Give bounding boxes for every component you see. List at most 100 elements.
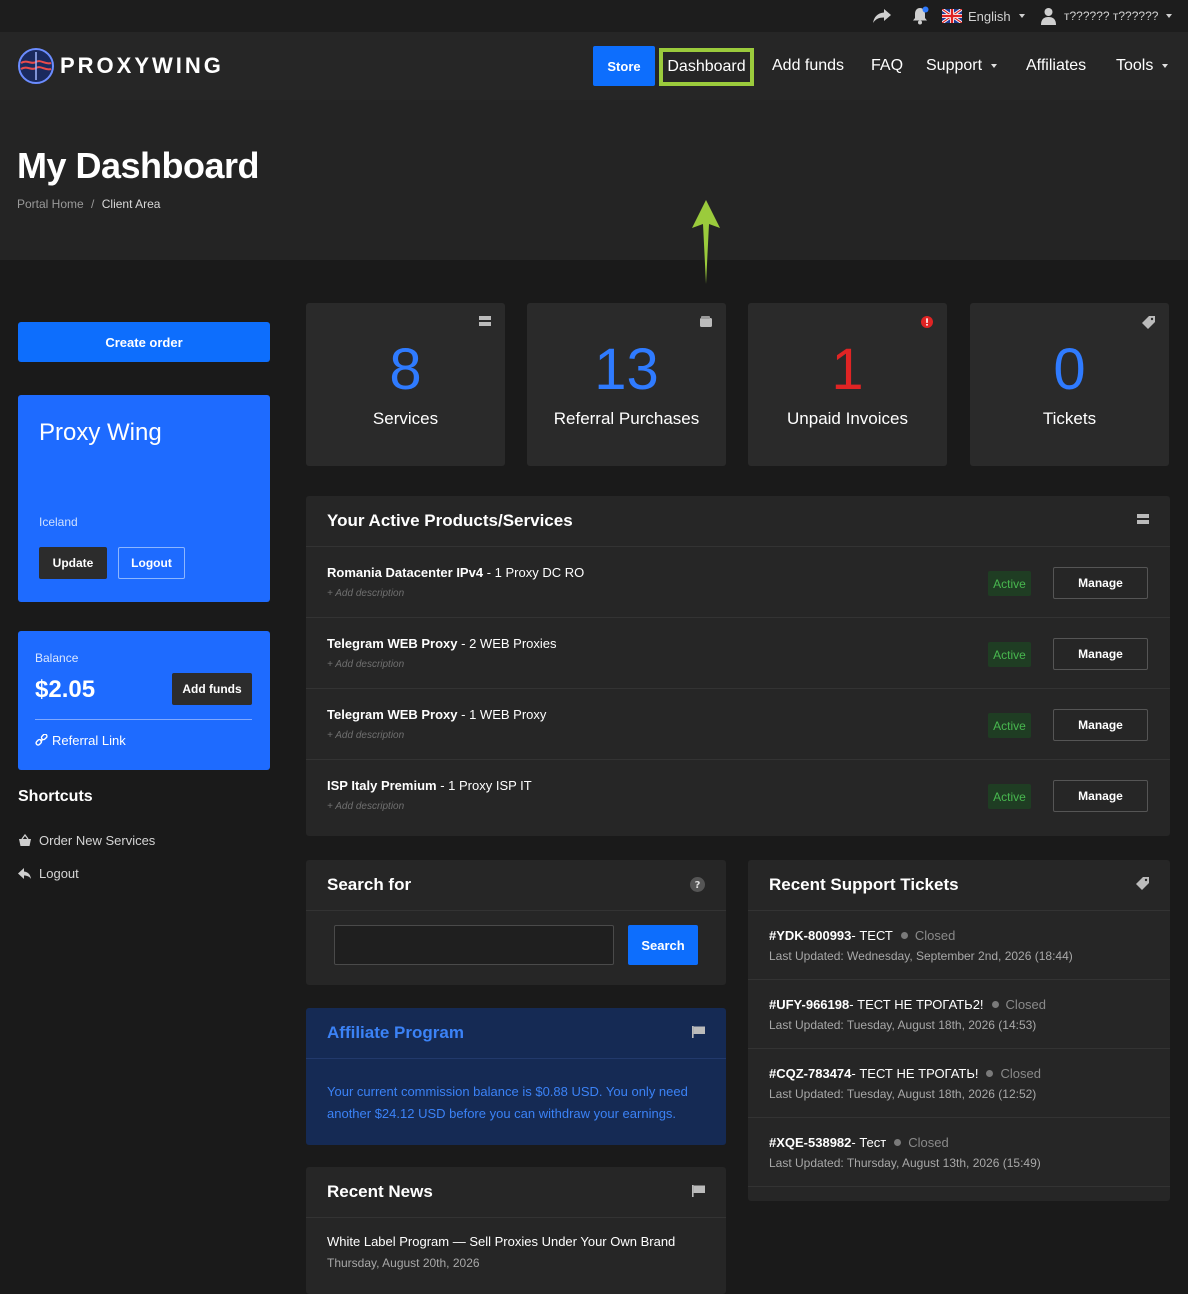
nav-faq[interactable]: FAQ	[871, 46, 903, 86]
stat-tickets[interactable]: 0 Tickets	[970, 303, 1169, 466]
add-description-link[interactable]: + Add description	[327, 659, 404, 670]
main-navbar: PROXYWING Store Dashboard Add funds FAQ …	[0, 32, 1188, 100]
affiliate-text: Your current commission balance is $0.88…	[327, 1084, 688, 1121]
svg-text:?: ?	[695, 880, 701, 891]
service-name: Romania Datacenter IPv4 - 1 Proxy DC RO	[327, 565, 585, 580]
affiliate-panel: Affiliate Program Your current commissio…	[306, 1008, 726, 1145]
panel-title: Recent Support Tickets	[769, 875, 959, 894]
profile-name: Proxy Wing	[39, 419, 162, 446]
status-badge: Active	[988, 784, 1031, 809]
stat-label: Services	[372, 409, 439, 428]
wallet-icon	[700, 316, 712, 327]
service-row[interactable]: Romania Datacenter IPv4 - 1 Proxy DC RO …	[306, 547, 1170, 618]
top-utility-bar: English т?????? т??????	[0, 0, 1188, 32]
ticket-updated: Last Updated: Tuesday, August 18th, 2026…	[769, 1018, 1037, 1032]
news-item-title[interactable]: White Label Program — Sell Proxies Under…	[327, 1234, 675, 1249]
shortcut-label: Order New Services	[39, 833, 156, 848]
active-products-panel: Your Active Products/Services Romania Da…	[306, 496, 1170, 836]
status-dot-icon	[900, 932, 908, 939]
breadcrumb: Portal Home / Client Area	[17, 197, 160, 211]
ticket-title: #CQZ-783474 - ТЕСТ НЕ ТРОГАТЬ! Closed	[769, 1066, 1041, 1081]
manage-button[interactable]: Manage	[1053, 709, 1148, 741]
share-icon[interactable]	[872, 0, 892, 32]
panel-title: Recent News	[327, 1182, 433, 1201]
user-menu[interactable]: т?????? т??????	[1040, 0, 1173, 32]
ticket-updated: Last Updated: Tuesday, August 18th, 2026…	[769, 1087, 1037, 1101]
chevron-down-icon	[991, 64, 998, 68]
ticket-title: #UFY-966198 - ТЕСТ НЕ ТРОГАТЬ2! Closed	[769, 997, 1047, 1012]
search-input[interactable]	[334, 925, 614, 965]
link-icon	[35, 734, 48, 746]
manage-button[interactable]: Manage	[1053, 567, 1148, 599]
panel-header: Recent News	[306, 1167, 726, 1218]
annotation-arrow-icon	[692, 200, 720, 284]
status-dot-icon	[894, 1139, 902, 1146]
add-description-link[interactable]: + Add description	[327, 801, 404, 812]
help-icon[interactable]: ?	[690, 877, 705, 892]
nav-support[interactable]: Support	[926, 46, 998, 86]
balance-label: Balance	[35, 651, 79, 665]
language-selector[interactable]: English	[942, 0, 1025, 32]
service-row[interactable]: Telegram WEB Proxy - 1 WEB Proxy + Add d…	[306, 689, 1170, 760]
manage-button[interactable]: Manage	[1053, 780, 1148, 812]
ticket-row[interactable]: #UFY-966198 - ТЕСТ НЕ ТРОГАТЬ2! Closed La…	[748, 980, 1170, 1049]
add-description-link[interactable]: + Add description	[327, 730, 404, 741]
update-button[interactable]: Update	[39, 547, 107, 579]
back-arrow-icon	[18, 867, 31, 879]
nav-tools[interactable]: Tools	[1116, 46, 1169, 86]
service-row[interactable]: Telegram WEB Proxy - 2 WEB Proxies + Add…	[306, 618, 1170, 689]
ticket-row[interactable]: #YDK-800993 - ТЕСТ Closed Last Updated: W…	[748, 911, 1170, 980]
shortcuts-title: Shortcuts	[18, 788, 93, 805]
basket-icon	[19, 834, 31, 846]
service-row[interactable]: ISP Italy Premium - 1 Proxy ISP IT + Add…	[306, 760, 1170, 831]
create-order-button[interactable]: Create order	[18, 322, 270, 362]
stat-services[interactable]: 8 Services	[306, 303, 505, 466]
ticket-row[interactable]: #CQZ-783474 - ТЕСТ НЕ ТРОГАТЬ! Closed Las…	[748, 1049, 1170, 1118]
stat-referral-purchases[interactable]: 13 Referral Purchases	[527, 303, 726, 466]
panel-title: Affiliate Program	[327, 1023, 464, 1042]
brand-logo[interactable]: PROXYWING	[17, 47, 224, 85]
shortcut-order-new-services[interactable]: Order New Services	[18, 833, 155, 848]
status-badge: Active	[988, 642, 1031, 667]
support-tickets-panel: Recent Support Tickets #YDK-800993 - ТЕС…	[748, 860, 1170, 1201]
add-description-link[interactable]: + Add description	[327, 588, 404, 599]
user-icon	[1041, 8, 1056, 25]
nav-affiliates[interactable]: Affiliates	[1026, 46, 1086, 86]
add-funds-button[interactable]: Add funds	[172, 673, 252, 705]
user-name: т?????? т??????	[1064, 9, 1159, 23]
stat-label: Referral Purchases	[553, 409, 700, 428]
referral-link[interactable]: Referral Link	[35, 733, 126, 748]
status-badge: Active	[988, 713, 1031, 738]
status-badge: Active	[988, 571, 1031, 596]
breadcrumb-home[interactable]: Portal Home	[17, 197, 84, 211]
chevron-down-icon	[1166, 14, 1173, 18]
nav-add-funds[interactable]: Add funds	[772, 46, 844, 86]
search-button[interactable]: Search	[628, 925, 698, 965]
status-dot-icon	[986, 1070, 994, 1077]
stat-label: Unpaid Invoices	[787, 409, 908, 428]
nav-dashboard[interactable]: Dashboard	[659, 48, 754, 86]
language-label: English	[968, 8, 1011, 24]
shortcut-logout[interactable]: Logout	[18, 866, 79, 881]
balance-divider	[35, 719, 252, 720]
ticket-updated: Last Updated: Thursday, August 13th, 202…	[769, 1156, 1041, 1170]
stat-value: 1	[831, 337, 864, 402]
tag-icon	[1142, 316, 1155, 329]
chevron-down-icon	[1018, 14, 1025, 18]
stat-unpaid-invoices[interactable]: 1 Unpaid Invoices	[748, 303, 947, 466]
logout-button[interactable]: Logout	[118, 547, 185, 579]
service-name: Telegram WEB Proxy - 1 WEB Proxy	[327, 707, 547, 722]
recent-news-panel: Recent News White Label Program — Sell P…	[306, 1167, 726, 1294]
alert-icon	[921, 316, 933, 328]
ticket-row[interactable]: #XQE-538982 - Тест Closed Last Updated: T…	[748, 1118, 1170, 1187]
server-icon	[479, 316, 491, 326]
stat-value: 8	[389, 337, 422, 402]
ticket-title: #XQE-538982 - Тест Closed	[769, 1135, 949, 1150]
uk-flag-icon	[942, 9, 962, 23]
nav-tools-label: Tools	[1116, 57, 1154, 74]
notifications-icon[interactable]	[910, 0, 930, 32]
manage-button[interactable]: Manage	[1053, 638, 1148, 670]
store-button[interactable]: Store	[593, 46, 655, 86]
news-item-date: Thursday, August 20th, 2026	[327, 1256, 480, 1270]
stat-label: Tickets	[1042, 409, 1097, 428]
